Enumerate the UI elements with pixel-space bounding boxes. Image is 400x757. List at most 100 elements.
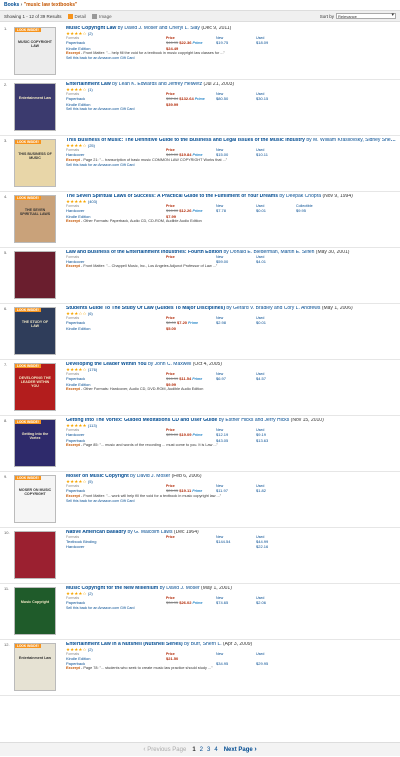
breadcrumb-category[interactable]: Books xyxy=(4,2,19,8)
book-cover-image[interactable]: MOSER ON MUSIC COPYRIGHT LOOK INSIDE! xyxy=(14,475,56,523)
publication-date: (Oct 4, 2005) xyxy=(192,362,222,367)
look-inside-badge[interactable]: LOOK INSIDE! xyxy=(15,420,41,424)
used-offers-link[interactable]: $22.16 xyxy=(256,544,296,549)
excerpt-text[interactable]: Page 85: "... music and words of the rec… xyxy=(83,443,218,447)
format-link[interactable]: Kindle Edition xyxy=(66,326,166,331)
excerpt-text[interactable]: Page 21: "... transcription of basic mus… xyxy=(83,158,227,162)
excerpt-text[interactable]: Page 78: "... students who seek to creat… xyxy=(83,666,212,670)
look-inside-badge[interactable]: LOOK INSIDE! xyxy=(15,308,41,312)
results-toolbar: Showing 1 - 12 of 39 Results Detail Imag… xyxy=(0,10,400,22)
look-inside-badge[interactable]: LOOK INSIDE! xyxy=(15,140,41,144)
result-number: 10. xyxy=(4,530,10,535)
view-image-option[interactable]: Image xyxy=(92,13,112,19)
book-author[interactable]: by Leah K. Edwards and Jeffrey Heiwetz xyxy=(112,82,202,87)
cover-title-text: DEVELOPING THE LEADER WITHIN YOU xyxy=(19,376,51,389)
publication-date: (May 1, 2006) xyxy=(321,306,353,311)
used-offers-link[interactable]: $10.11 xyxy=(256,152,296,158)
new-offers-link[interactable]: $34.95 xyxy=(216,661,256,666)
book-author[interactable]: by David J. Moser xyxy=(160,586,200,591)
trade-in-link[interactable]: Sell this back for an Amazon.com Gift Ca… xyxy=(66,163,396,168)
list-view-icon xyxy=(67,13,73,19)
book-cover-image[interactable]: THE STUDY OF LAW LOOK INSIDE! xyxy=(14,307,56,355)
excerpt-label: Excerpt xyxy=(66,494,80,498)
new-offers-link[interactable]: $59.00 xyxy=(216,259,256,264)
result-item: 2. Entertainment Law Entertainment Law by … xyxy=(0,80,400,136)
sort-select[interactable]: Relevance xyxy=(336,13,396,19)
new-offers-link[interactable] xyxy=(216,382,256,387)
look-inside-badge[interactable]: LOOK INSIDE! xyxy=(15,196,41,200)
list-price: $46.95 xyxy=(166,40,179,45)
trade-in-link[interactable]: Sell this back for an Amazon.com Gift Ca… xyxy=(66,606,396,611)
used-offers-link[interactable] xyxy=(256,326,296,331)
book-author[interactable]: by Burr, Sherri L. xyxy=(184,642,222,647)
used-offers-link[interactable]: $4.01 xyxy=(256,259,296,264)
used-offers-link[interactable]: $13.63 xyxy=(256,438,296,443)
book-cover-image[interactable] xyxy=(14,251,56,299)
look-inside-badge[interactable]: LOOK INSIDE! xyxy=(15,644,41,648)
book-author[interactable]: by David J. Moser and Cheryl L. Slay xyxy=(118,26,200,31)
excerpt-text[interactable]: Front Matter: "... Chappell Music, Inc.,… xyxy=(83,264,217,268)
cover-title-text: Entertainment Law xyxy=(18,656,52,660)
new-offers-link[interactable]: $74.65 xyxy=(216,600,256,606)
new-offers-link[interactable] xyxy=(216,544,256,549)
excerpt-text[interactable]: Front Matter: "... work will help fill t… xyxy=(83,494,221,498)
next-page-link[interactable]: Next Page › xyxy=(224,746,257,753)
previous-page-link[interactable]: ‹ Previous Page xyxy=(143,746,186,753)
book-author[interactable]: by M. William Krasilovsky, Sidney Shemel… xyxy=(306,138,396,143)
book-author[interactable]: by Esther Hicks and Jerry Hicks xyxy=(219,418,290,423)
new-offers-link[interactable]: $11.97 xyxy=(216,488,256,494)
price-value: $5.00 xyxy=(166,326,216,331)
book-author[interactable]: by John C. Maxwell xyxy=(148,362,191,367)
book-cover-image[interactable] xyxy=(14,531,56,579)
book-cover-image[interactable]: DEVELOPING THE LEADER WITHIN YOU LOOK INS… xyxy=(14,363,56,411)
excerpt-text[interactable]: Front Matter: "... help fill the void fo… xyxy=(83,51,225,55)
book-cover-image[interactable]: THIS BUSINESS OF MUSIC LOOK INSIDE! xyxy=(14,139,56,187)
page-number-link[interactable]: 2 xyxy=(200,747,203,753)
book-cover-image[interactable]: Entertainment Law xyxy=(14,83,56,131)
used-offers-link[interactable] xyxy=(256,214,296,219)
excerpt-text[interactable]: Other Formats: Paperback, Audio CD, CD-R… xyxy=(83,219,201,223)
used-offers-link[interactable]: $29.95 xyxy=(256,661,296,666)
page-number-link[interactable]: 3 xyxy=(207,747,210,753)
book-cover-image[interactable]: THE SEVEN SPIRITUAL LAWS LOOK INSIDE! xyxy=(14,195,56,243)
trade-in-link[interactable]: Sell this back for an Amazon.com Gift Ca… xyxy=(66,56,396,61)
used-offers-link[interactable] xyxy=(256,102,296,107)
prime-badge-icon: Prime xyxy=(192,489,203,493)
book-title-link[interactable]: The Seven Spiritual Laws of Success: A P… xyxy=(66,194,278,199)
page-number-link[interactable]: 4 xyxy=(214,747,217,753)
sale-price: $19.11 xyxy=(179,488,192,493)
new-offers-link[interactable]: $43.05 xyxy=(216,438,256,443)
list-price: $25.00 xyxy=(166,432,179,437)
cover-title-text: Entertainment Law xyxy=(18,96,52,100)
book-cover-image[interactable]: MUSIC COPYRIGHT LAW LOOK INSIDE! xyxy=(14,27,56,75)
list-price: $16.00 xyxy=(166,208,179,213)
book-author[interactable]: by David J. Moser xyxy=(130,474,170,479)
used-offers-link[interactable] xyxy=(256,382,296,387)
new-offers-link[interactable] xyxy=(216,326,256,331)
book-title-link[interactable]: This Business of Music: The Definitive G… xyxy=(66,138,305,143)
sale-price: $7.20 xyxy=(177,320,188,325)
prime-badge-icon: Prime xyxy=(192,377,203,381)
book-cover-image[interactable]: Entertainment Law LOOK INSIDE! xyxy=(14,643,56,691)
new-offers-link[interactable] xyxy=(216,102,256,107)
collectible-offers-link[interactable]: $9.95 xyxy=(296,208,336,214)
view-detail-option[interactable]: Detail xyxy=(67,13,86,19)
result-item: 7. DEVELOPING THE LEADER WITHIN YOU LOOK I… xyxy=(0,360,400,416)
new-offers-link[interactable] xyxy=(216,214,256,219)
look-inside-badge[interactable]: LOOK INSIDE! xyxy=(15,364,41,368)
trade-in-link[interactable]: Sell this back for an Amazon.com Gift Ca… xyxy=(66,499,396,504)
format-link[interactable]: Hardcover xyxy=(66,544,166,549)
look-inside-badge[interactable]: LOOK INSIDE! xyxy=(15,476,41,480)
used-offers-link[interactable]: $1.82 xyxy=(256,488,296,494)
book-author[interactable]: by Gerard V. Bradley and Cory L. Andrews xyxy=(226,306,320,311)
book-cover-image[interactable]: Music Copyright xyxy=(14,587,56,635)
book-author[interactable]: by Deepak Chopra xyxy=(279,194,321,199)
trade-in-link[interactable]: Sell this back for an Amazon.com Gift Ca… xyxy=(66,107,396,112)
look-inside-badge[interactable]: LOOK INSIDE! xyxy=(15,28,41,32)
excerpt-text[interactable]: Other Formats: Hardcover, Audio CD, DVD-… xyxy=(83,387,203,391)
result-info: Law and Business of the Entertainment In… xyxy=(66,250,396,269)
prime-badge-icon: Prime xyxy=(192,433,203,437)
used-offers-link[interactable] xyxy=(256,46,296,51)
book-cover-image[interactable]: Getting into the Vortex LOOK INSIDE! xyxy=(14,419,56,467)
used-offers-link[interactable]: $2.06 xyxy=(256,600,296,606)
